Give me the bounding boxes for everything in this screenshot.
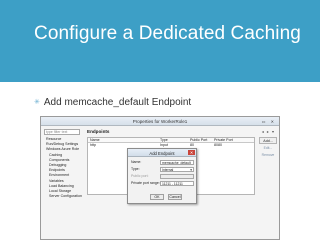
slide-title: Configure a Dedicated Caching xyxy=(34,23,301,44)
dialog-titlebar: Add Endpoint ✕ xyxy=(128,149,196,157)
private-port-label: Private port range: xyxy=(131,181,160,185)
ok-button[interactable]: OK xyxy=(150,194,164,200)
public-port-field[interactable] xyxy=(160,174,194,179)
column-header[interactable]: Private Port xyxy=(214,138,238,142)
dialog-title: Add Endpoint xyxy=(149,151,175,156)
chevron-down-icon: ▾ xyxy=(190,168,192,172)
nav-arrows-icon[interactable]: ◂ ▸ ▾ xyxy=(262,129,275,134)
add-button[interactable]: Add... xyxy=(259,137,277,144)
column-header[interactable]: Name xyxy=(88,138,160,142)
public-port-label: Public port: xyxy=(131,174,149,178)
bullet-marker-icon: ✳ xyxy=(34,99,40,106)
settings-tree: Resource Run/Debug Settings Windows Azur… xyxy=(44,137,82,199)
column-header[interactable]: Public Port xyxy=(190,138,214,142)
tree-item[interactable]: Server Configuration xyxy=(44,194,82,199)
type-label: Type: xyxy=(131,167,140,171)
tree-item[interactable]: Environment Variables xyxy=(44,173,82,183)
name-field[interactable]: memcache_default xyxy=(160,160,194,165)
window-title: Properties for WorkerRole1 xyxy=(132,119,188,124)
filter-input[interactable]: type filter text xyxy=(44,129,80,135)
edit-button[interactable]: Edit... xyxy=(259,146,277,150)
name-label: Name: xyxy=(131,160,142,164)
bullet-text: Add memcache_default Endpoint xyxy=(43,97,192,108)
type-select[interactable]: Internal ▾ xyxy=(160,167,194,172)
title-band: Configure a Dedicated Caching xyxy=(0,0,320,82)
tree-item[interactable]: Windows Azure Role xyxy=(44,147,82,152)
table-cell: 8080 xyxy=(214,143,222,147)
endpoint-actions: Add... Edit... Remove xyxy=(259,137,277,160)
close-icon[interactable]: ✕ xyxy=(188,150,195,155)
cancel-button[interactable]: Cancel xyxy=(168,194,182,200)
private-port-range-field[interactable]: 11211 - 11211 xyxy=(160,181,194,186)
type-value: Internal xyxy=(162,168,174,172)
window-titlebar: Properties for WorkerRole1 ▭ ✕ xyxy=(41,117,279,126)
remove-button[interactable]: Remove xyxy=(259,153,277,157)
window-controls[interactable]: ▭ ✕ xyxy=(262,119,276,124)
column-header[interactable]: Type xyxy=(160,138,190,142)
bullet-item: ✳ Add memcache_default Endpoint xyxy=(34,97,191,108)
add-endpoint-dialog: Add Endpoint ✕ Name: memcache_default Ty… xyxy=(127,148,197,204)
section-title: Endpoints xyxy=(87,129,110,134)
